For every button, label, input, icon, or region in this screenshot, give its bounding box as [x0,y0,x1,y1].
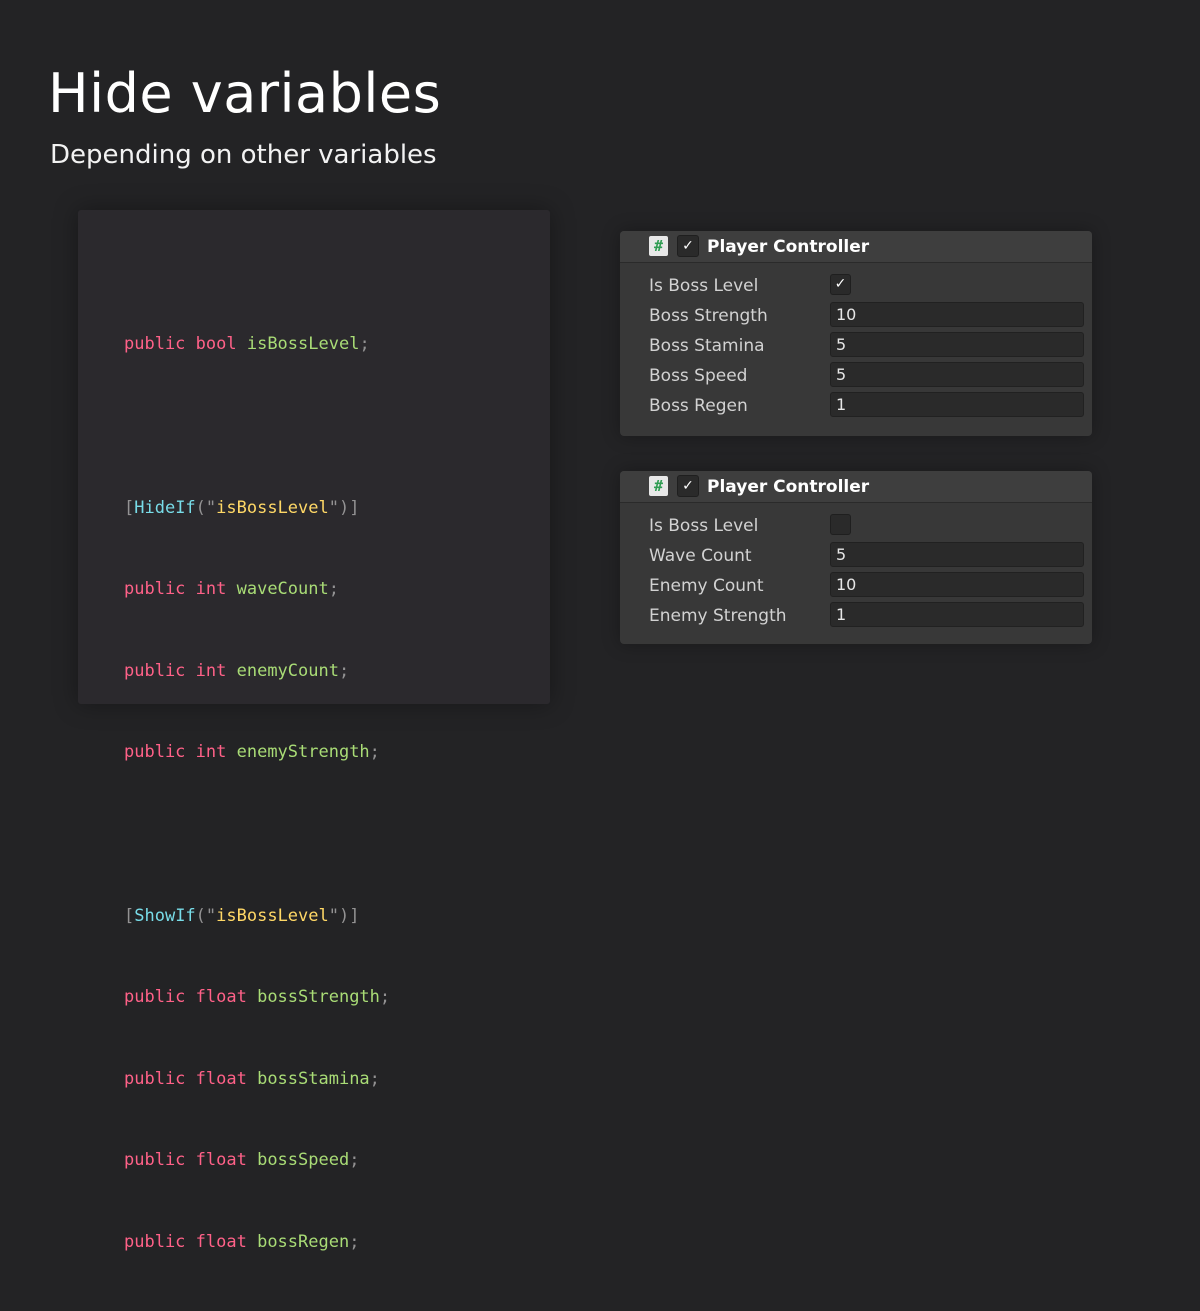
inspector-panel-wave: # ✓ Player Controller Is Boss Level Wave… [620,471,1092,644]
code-punctuation: ")] [328,497,360,518]
inspector-row-wave-count: Wave Count 5 [620,541,1092,571]
code-line-field: public int enemyStrength; [124,739,390,766]
field-label: Enemy Strength [649,606,787,626]
code-identifier: enemyCount [236,660,339,681]
inspector-row-enemy-strength: Enemy Strength 1 [620,601,1092,631]
code-keyword: public int [124,579,227,600]
code-identifier: enemyStrength [236,742,370,763]
boss-regen-input[interactable]: 1 [830,392,1084,417]
code-line-showif: [ShowIf("isBossLevel")] [124,903,390,930]
code-line-field: public float bossStrength; [124,984,390,1011]
code-line-field: public int enemyCount; [124,658,390,685]
field-label: Boss Stamina [649,336,765,356]
code-punctuation: ")] [328,905,360,926]
field-label: Is Boss Level [649,276,759,296]
code-line-field: public int waveCount; [124,576,390,603]
code-keyword: public bool [124,334,237,355]
inspector-row-enemy-count: Enemy Count 10 [620,571,1092,601]
code-punctuation: ; [369,1068,380,1089]
code-keyword: public int [124,660,227,681]
code-string: isBossLevel [216,905,329,926]
page-subtitle: Depending on other variables [50,140,437,170]
code-attribute: ShowIf [134,905,196,926]
inspector-fields: Is Boss Level ✓ Boss Strength 10 Boss St… [620,271,1092,421]
code-punctuation: ; [349,1150,360,1171]
inspector-fields: Is Boss Level Wave Count 5 Enemy Count 1… [620,511,1092,631]
inspector-header[interactable]: # ✓ Player Controller [620,231,1092,263]
code-identifier: bossStamina [257,1068,370,1089]
boss-strength-input[interactable]: 10 [830,302,1084,327]
code-identifier: bossStrength [257,987,380,1008]
component-title: Player Controller [707,237,870,257]
boss-stamina-input[interactable]: 5 [830,332,1084,357]
inspector-row-is-boss-level: Is Boss Level [620,511,1092,541]
inspector-panel-boss: # ✓ Player Controller Is Boss Level ✓ Bo… [620,231,1092,436]
inspector-row-boss-stamina: Boss Stamina 5 [620,331,1092,361]
code-line-field: public float bossRegen; [124,1229,390,1256]
field-label: Boss Regen [649,396,748,416]
page-title: Hide variables [48,62,442,125]
code-identifier: isBossLevel [246,334,360,355]
code-punctuation: [ [124,497,135,518]
inspector-row-boss-speed: Boss Speed 5 [620,361,1092,391]
enemy-strength-input[interactable]: 1 [830,602,1084,627]
csharp-script-icon: # [649,236,668,256]
inspector-row-boss-regen: Boss Regen 1 [620,391,1092,421]
enemy-count-input[interactable]: 10 [830,572,1084,597]
inspector-row-is-boss-level: Is Boss Level ✓ [620,271,1092,301]
code-punctuation: ; [349,1231,360,1252]
code-keyword: public int [124,742,227,763]
code-punctuation: ; [359,334,370,355]
code-line-field: public float bossStamina; [124,1066,390,1093]
code-punctuation: ; [328,579,339,600]
code-identifier: waveCount [236,579,329,600]
component-title: Player Controller [707,477,870,497]
wave-count-input[interactable]: 5 [830,542,1084,567]
code-keyword: public float [124,1150,247,1171]
field-label: Is Boss Level [649,516,759,536]
code-line-field: public float bossSpeed; [124,1147,390,1174]
code-keyword: public float [124,987,247,1008]
code-punctuation: (" [195,905,217,926]
inspector-row-boss-strength: Boss Strength 10 [620,301,1092,331]
field-label: Wave Count [649,546,752,566]
code-punctuation: ; [338,660,350,681]
code-identifier: bossSpeed [257,1150,350,1171]
code-attribute: HideIf [134,497,196,518]
code-line-isbosslevel: public bool isBossLevel; [124,331,390,358]
code-punctuation: ; [379,987,391,1008]
csharp-script-icon: # [649,476,668,496]
boss-speed-input[interactable]: 5 [830,362,1084,387]
code-punctuation: ; [369,742,380,763]
is-boss-level-checkbox[interactable] [830,514,851,535]
component-enabled-checkbox[interactable]: ✓ [677,475,699,497]
code-line-hideif: [HideIf("isBossLevel")] [124,495,390,522]
field-label: Boss Speed [649,366,748,386]
code-punctuation: [ [124,905,135,926]
inspector-header[interactable]: # ✓ Player Controller [620,471,1092,503]
code-punctuation: (" [195,497,217,518]
component-enabled-checkbox[interactable]: ✓ [677,235,699,257]
field-label: Enemy Count [649,576,764,596]
code-keyword: public float [124,1068,247,1089]
field-label: Boss Strength [649,306,768,326]
is-boss-level-checkbox[interactable]: ✓ [830,274,851,295]
code-panel: public bool isBossLevel; [HideIf("isBoss… [78,210,550,1252]
code-string: isBossLevel [216,497,329,518]
code-block: public bool isBossLevel; [HideIf("isBoss… [124,277,390,1311]
code-keyword: public float [124,1231,247,1252]
code-identifier: bossRegen [257,1231,350,1252]
